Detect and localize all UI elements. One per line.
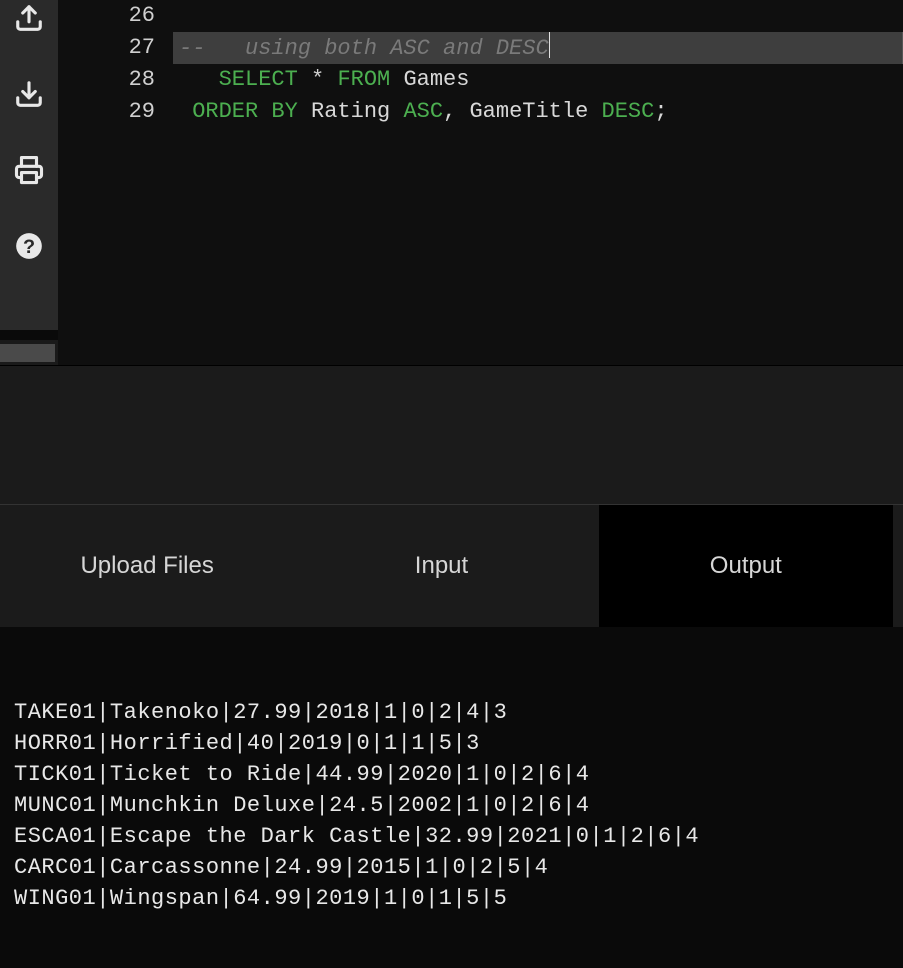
code-token: Games	[403, 67, 469, 92]
code-token: ASC	[403, 99, 443, 124]
code-token: GameTitle	[469, 99, 588, 124]
scrollbar-thumb[interactable]	[0, 344, 55, 362]
output-panel: TAKE01|Takenoko|27.99|2018|1|0|2|4|3HORR…	[0, 627, 903, 968]
code-line[interactable]: -- using both ASC and DESC	[173, 32, 903, 64]
tab-output[interactable]: Output	[599, 505, 893, 627]
output-row: ESCA01|Escape the Dark Castle|32.99|2021…	[14, 821, 889, 852]
code-token	[179, 67, 219, 92]
upload-icon[interactable]	[11, 0, 47, 36]
code-line[interactable]: SELECT * FROM Games	[173, 64, 903, 96]
download-icon[interactable]	[11, 76, 47, 112]
code-token	[179, 99, 192, 124]
code-token	[298, 67, 311, 92]
line-number-gutter: 26272829	[58, 0, 173, 365]
code-token: -- using both ASC and DESC	[179, 36, 549, 61]
middle-empty-panel	[0, 365, 903, 505]
code-token: Rating	[311, 99, 390, 124]
code-token: FROM	[337, 67, 390, 92]
sidebar: ? ▶	[0, 0, 58, 330]
output-row: TAKE01|Takenoko|27.99|2018|1|0|2|4|3	[14, 697, 889, 728]
code-token: ;	[654, 99, 667, 124]
line-number: 27	[58, 32, 155, 64]
help-icon[interactable]: ?	[11, 228, 47, 264]
code-token: SELECT	[219, 67, 298, 92]
code-editor[interactable]: 26272829 -- using both ASC and DESC SELE…	[58, 0, 903, 365]
output-row: HORR01|Horrified|40|2019|0|1|1|5|3	[14, 728, 889, 759]
line-number: 28	[58, 64, 155, 96]
svg-text:?: ?	[23, 236, 35, 258]
code-content[interactable]: -- using both ASC and DESC SELECT * FROM…	[173, 0, 903, 365]
tab-upload-files[interactable]: Upload Files	[0, 505, 294, 627]
output-row: MUNC01|Munchkin Deluxe|24.5|2002|1|0|2|6…	[14, 790, 889, 821]
code-line[interactable]: ORDER BY Rating ASC, GameTitle DESC;	[173, 96, 903, 128]
code-token: *	[311, 67, 324, 92]
code-token	[324, 67, 337, 92]
print-icon[interactable]	[11, 152, 47, 188]
io-tabs: Upload Files Input Output	[0, 505, 903, 627]
line-number: 29	[58, 96, 155, 128]
code-token	[588, 99, 601, 124]
code-token	[390, 99, 403, 124]
editor-area: ? ▶ 26272829 -- using both ASC and DESC …	[0, 0, 903, 365]
code-token: ORDER BY	[192, 99, 298, 124]
code-token: DESC	[602, 99, 655, 124]
code-token	[390, 67, 403, 92]
line-number: 26	[58, 0, 155, 32]
code-token	[298, 99, 311, 124]
text-cursor	[549, 32, 550, 58]
output-row: WING01|Wingspan|64.99|2019|1|0|1|5|5	[14, 883, 889, 914]
code-line[interactable]	[173, 0, 903, 32]
output-row: TICK01|Ticket to Ride|44.99|2020|1|0|2|6…	[14, 759, 889, 790]
code-token: ,	[443, 99, 456, 124]
code-token	[456, 99, 469, 124]
tab-input[interactable]: Input	[294, 505, 588, 627]
output-row: CARC01|Carcassonne|24.99|2015|1|0|2|5|4	[14, 852, 889, 883]
